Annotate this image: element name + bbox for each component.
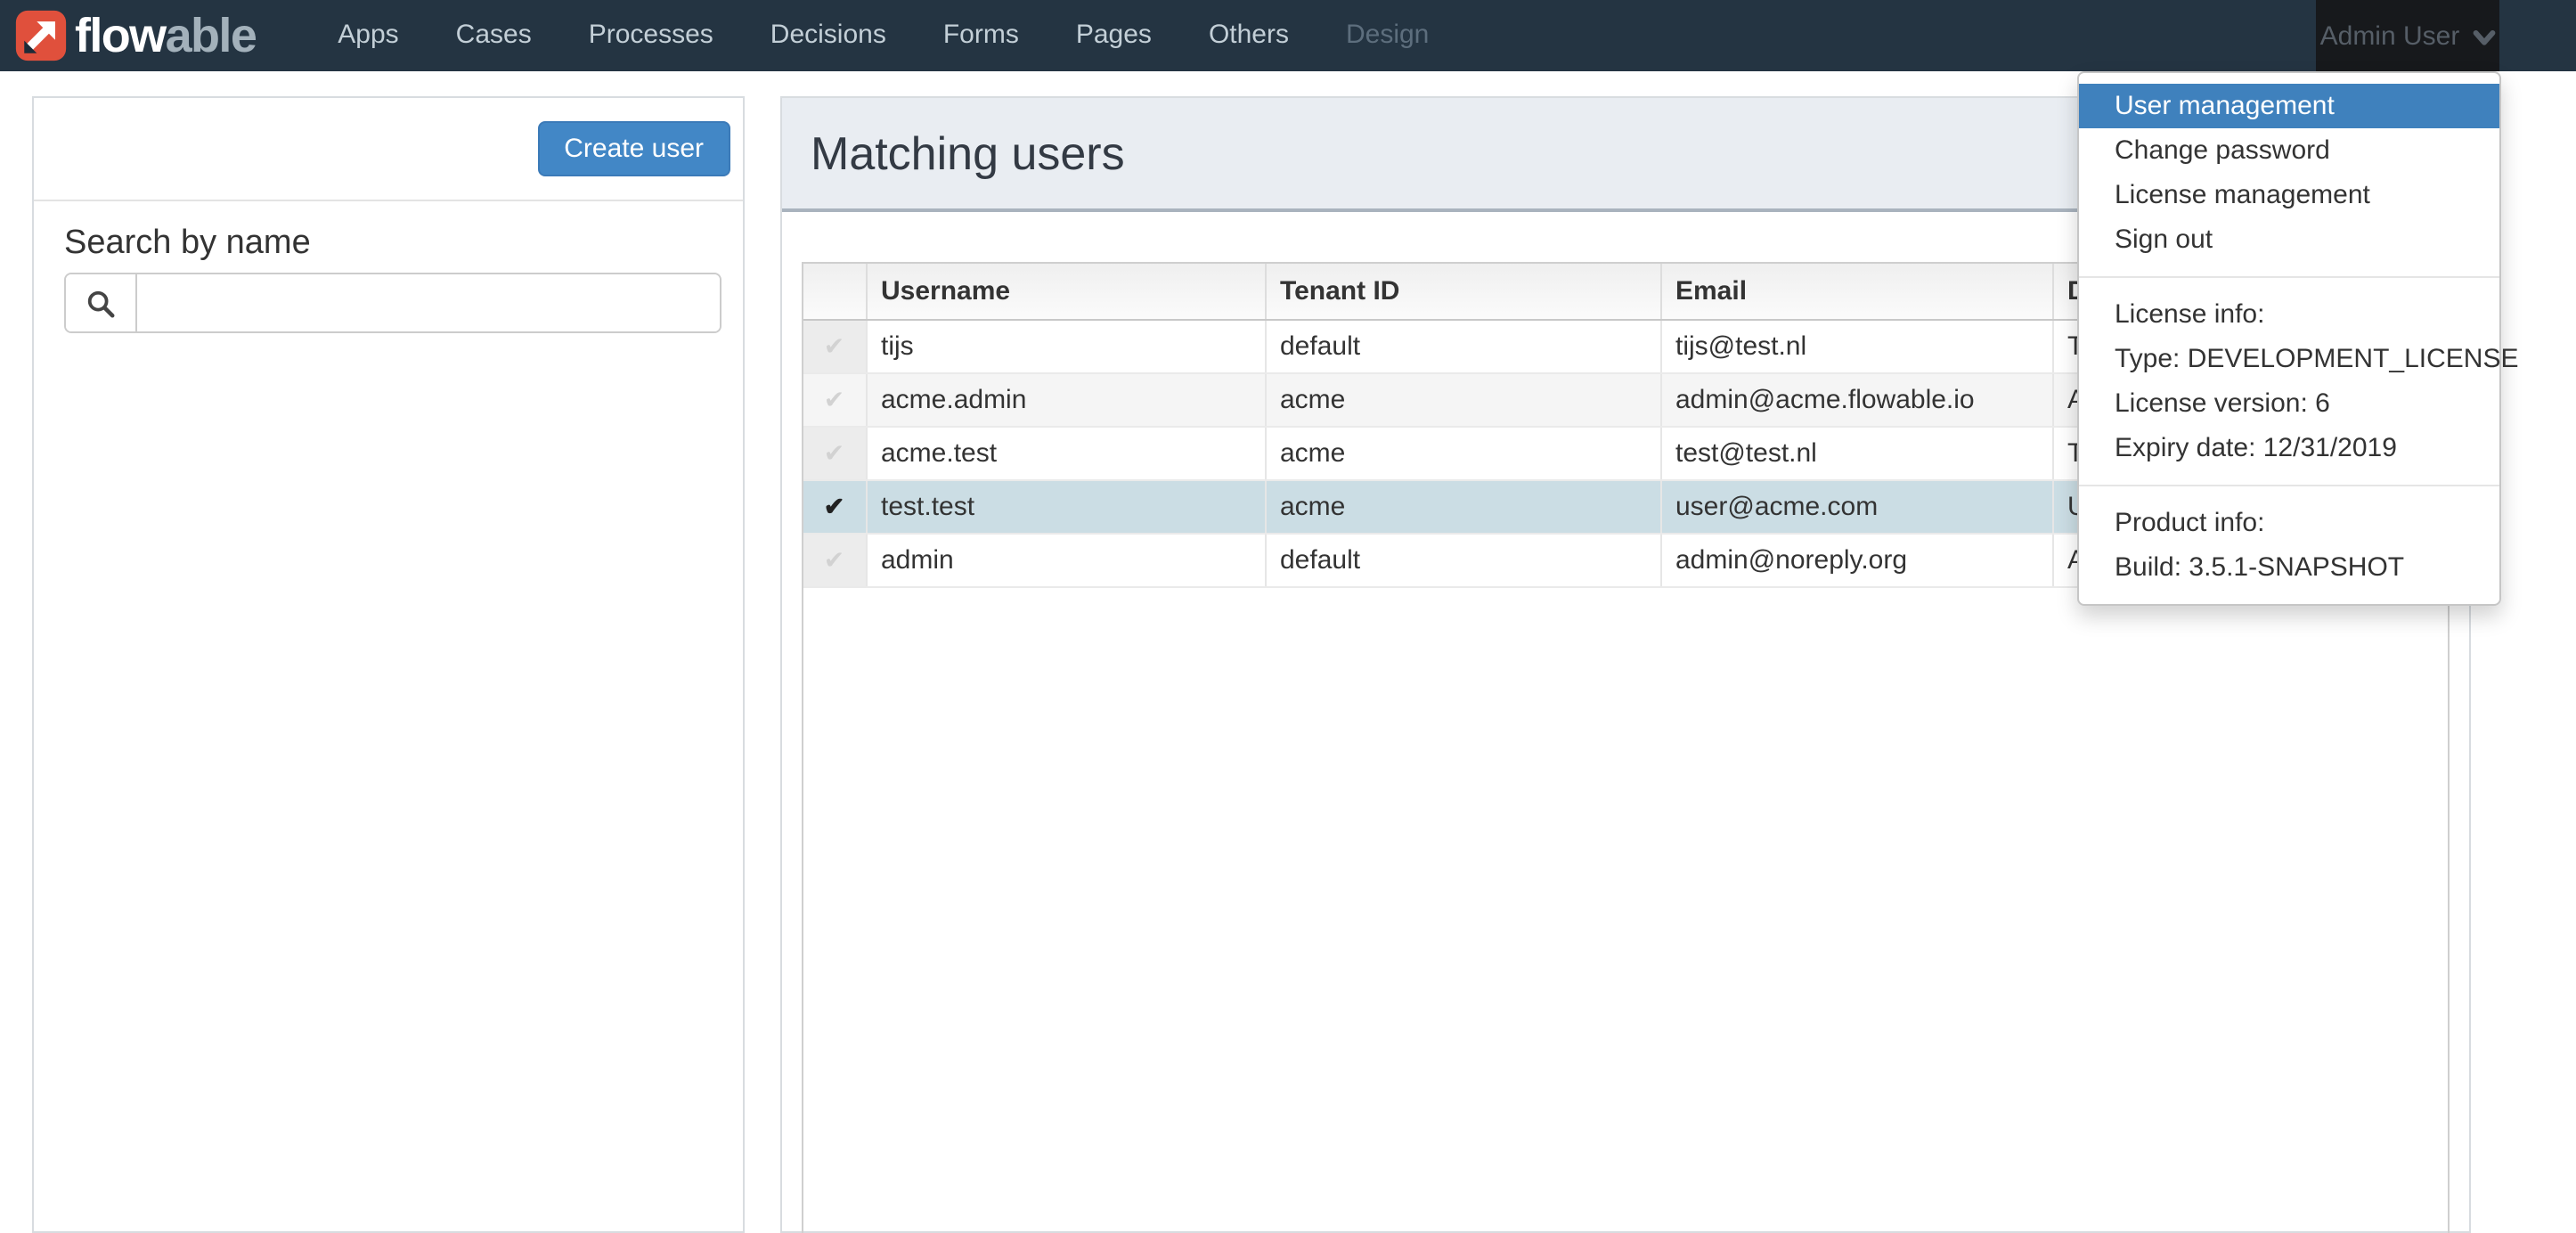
nav-item-decisions[interactable]: Decisions xyxy=(742,0,915,71)
user-menu-label: Admin User xyxy=(2319,20,2460,51)
cell-tenant: default xyxy=(1264,319,1660,373)
flowable-admin-app: flowable Apps Cases Processes Decisions … xyxy=(0,0,2576,1233)
product-info-heading: Product info: xyxy=(2115,508,2265,538)
user-dropdown-menu: User management Change password License … xyxy=(2077,71,2519,606)
nav-item-forms[interactable]: Forms xyxy=(915,0,1048,71)
col-header-username: Username xyxy=(865,264,1265,320)
search-panel: Create user Search by name xyxy=(32,96,745,1233)
license-version: License version: 6 xyxy=(2115,388,2330,419)
menu-divider xyxy=(2079,276,2499,278)
row-select-cell[interactable]: ✔ xyxy=(803,372,866,427)
license-info-heading: License info: xyxy=(2115,299,2265,330)
cell-username: acme.test xyxy=(865,426,1265,480)
product-build: Build: 3.5.1-SNAPSHOT xyxy=(2115,552,2405,583)
menu-item-license-management[interactable]: License management xyxy=(2079,173,2499,217)
user-menu-toggle[interactable]: Admin User xyxy=(2316,0,2499,71)
create-user-button[interactable]: Create user xyxy=(537,121,730,176)
menu-item-sign-out[interactable]: Sign out xyxy=(2079,217,2499,262)
nav-item-others[interactable]: Others xyxy=(1180,0,1317,71)
menu-item-change-password[interactable]: Change password xyxy=(2079,128,2499,173)
col-header-email: Email xyxy=(1659,264,2052,320)
col-header-check xyxy=(803,264,866,320)
search-panel-header: Create user xyxy=(34,98,743,201)
nav-item-pages[interactable]: Pages xyxy=(1048,0,1180,71)
main-nav: Apps Cases Processes Decisions Forms Pag… xyxy=(309,0,1457,71)
navbar-tail xyxy=(2499,0,2576,71)
license-type: Type: DEVELOPMENT_LICENSE xyxy=(2115,344,2519,374)
search-input[interactable] xyxy=(137,274,720,331)
cell-username: tijs xyxy=(865,319,1265,373)
cell-email: test@test.nl xyxy=(1659,426,2052,480)
brand-text: flowable xyxy=(75,8,257,61)
row-select-cell[interactable]: ✔ xyxy=(803,533,866,587)
search-addon xyxy=(66,274,137,331)
cell-username: admin xyxy=(865,533,1265,587)
search-icon xyxy=(87,290,115,317)
search-input-group xyxy=(64,273,721,333)
navbar-spacer xyxy=(1457,0,2316,71)
license-expiry: Expiry date: 12/31/2019 xyxy=(2115,433,2397,463)
cell-email: tijs@test.nl xyxy=(1659,319,2052,373)
page-title: Matching users xyxy=(811,126,1125,179)
cell-username: test.test xyxy=(865,479,1265,534)
cell-tenant: acme xyxy=(1264,372,1660,427)
check-icon: ✔ xyxy=(823,384,845,412)
cell-email: admin@acme.flowable.io xyxy=(1659,372,2052,427)
nav-item-cases[interactable]: Cases xyxy=(428,0,560,71)
check-icon: ✔ xyxy=(823,437,845,466)
menu-item-user-management[interactable]: User management xyxy=(2079,84,2499,128)
cell-tenant: acme xyxy=(1264,479,1660,534)
check-icon: ✔ xyxy=(823,331,845,359)
row-select-cell[interactable]: ✔ xyxy=(803,319,866,373)
col-header-tenant: Tenant ID xyxy=(1264,264,1660,320)
top-navbar: flowable Apps Cases Processes Decisions … xyxy=(0,0,2576,71)
cell-email: admin@noreply.org xyxy=(1659,533,2052,587)
check-icon: ✔ xyxy=(823,544,845,573)
cell-username: acme.admin xyxy=(865,372,1265,427)
search-heading: Search by name xyxy=(64,225,311,262)
flowable-logo-icon xyxy=(14,9,68,62)
cell-email: user@acme.com xyxy=(1659,479,2052,534)
cell-tenant: acme xyxy=(1264,426,1660,480)
row-select-cell[interactable]: ✔ xyxy=(803,479,866,534)
chevron-down-icon xyxy=(2472,29,2495,45)
menu-divider xyxy=(2079,485,2499,486)
nav-item-design[interactable]: Design xyxy=(1317,0,1457,71)
cell-tenant: default xyxy=(1264,533,1660,587)
nav-item-apps[interactable]: Apps xyxy=(309,0,427,71)
nav-item-processes[interactable]: Processes xyxy=(560,0,742,71)
flowable-logo[interactable]: flowable xyxy=(0,0,273,71)
check-icon: ✔ xyxy=(823,491,845,519)
row-select-cell[interactable]: ✔ xyxy=(803,426,866,480)
